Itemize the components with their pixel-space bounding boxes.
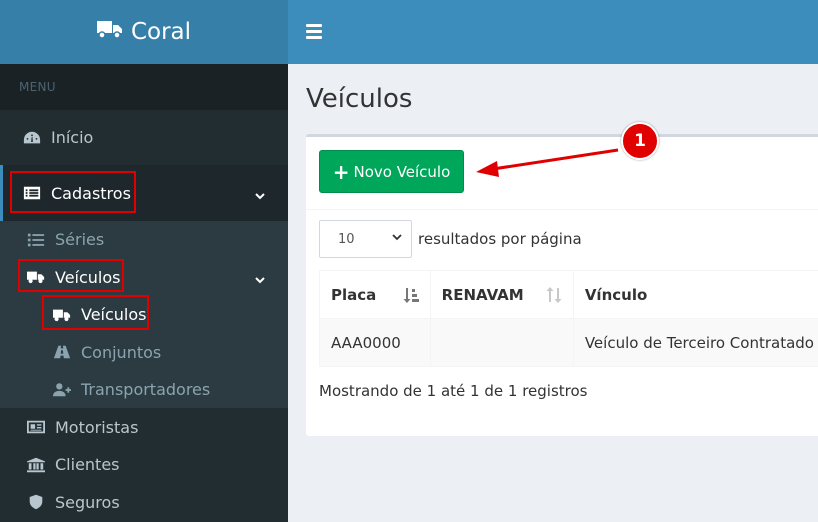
- sidebar-item-label: Motoristas: [55, 417, 139, 437]
- brand-logo[interactable]: Coral: [0, 0, 288, 64]
- id-card-icon: [26, 418, 46, 436]
- column-header-placa[interactable]: Placa: [319, 270, 431, 319]
- cell-vinculo: Veículo de Terceiro Contratado: [572, 318, 818, 367]
- table-header-row: Placa RENAVAM Vínculo: [319, 270, 818, 319]
- content-box: + Novo Veículo 10 resultados por página …: [306, 134, 818, 436]
- table-info: Mostrando de 1 até 1 de 1 registros: [319, 382, 588, 400]
- sidebar-item-label: Início: [51, 128, 94, 147]
- sidebar-item-inicio[interactable]: Início: [0, 110, 288, 165]
- page-length-select[interactable]: 10: [319, 220, 412, 258]
- page-length-value: 10: [338, 231, 355, 247]
- sidebar-item-label: Séries: [55, 230, 105, 249]
- highlight-box-veiculos: [18, 259, 124, 292]
- table-row[interactable]: AAA0000 Veículo de Terceiro Contratado: [319, 318, 818, 367]
- menu-header: MENU: [0, 64, 288, 110]
- dashboard-icon: [22, 129, 42, 147]
- column-header-label: Vínculo: [584, 285, 648, 304]
- sidebar-item-transportadores[interactable]: Transportadores: [0, 371, 288, 408]
- highlight-box-cadastros: [10, 171, 136, 213]
- annotation-badge: 1: [621, 122, 659, 160]
- chevron-down-icon: [254, 271, 266, 284]
- plus-icon: +: [332, 159, 350, 184]
- user-plus-icon: [52, 381, 72, 399]
- cell-renavam: [429, 318, 574, 367]
- sidebar-item-seguros[interactable]: Seguros: [0, 483, 288, 521]
- vehicles-table: Placa RENAVAM Vínculo AAA0000 Veículo de…: [319, 270, 818, 367]
- shield-icon: [26, 493, 46, 511]
- top-navbar: [288, 0, 818, 64]
- page-title: Veículos: [306, 84, 413, 114]
- page-length-control: 10 resultados por página: [319, 220, 582, 258]
- sort-ascending-icon: [402, 286, 420, 304]
- list-ol-icon: [26, 231, 46, 249]
- sidebar-item-clientes[interactable]: Clientes: [0, 446, 288, 483]
- chevron-down-icon: [391, 231, 403, 247]
- road-icon: [52, 343, 72, 361]
- truck-icon: [96, 18, 123, 46]
- sidebar-item-label: Transportadores: [81, 380, 211, 399]
- column-header-label: Placa: [331, 285, 377, 304]
- box-header: + Novo Veículo: [306, 137, 818, 210]
- sidebar-item-label: Seguros: [55, 492, 120, 512]
- hamburger-menu-icon[interactable]: [306, 24, 322, 39]
- new-vehicle-label: Novo Veículo: [353, 162, 451, 181]
- column-header-renavam[interactable]: RENAVAM: [429, 270, 574, 319]
- sidebar-item-label: Clientes: [55, 455, 120, 474]
- cell-placa: AAA0000: [319, 318, 431, 367]
- sidebar-item-motoristas[interactable]: Motoristas: [0, 408, 288, 446]
- chevron-down-icon: [254, 187, 266, 200]
- column-header-vinculo[interactable]: Vínculo: [572, 270, 818, 319]
- sidebar-item-conjuntos[interactable]: Conjuntos: [0, 333, 288, 371]
- sidebar-item-series[interactable]: Séries: [0, 221, 288, 258]
- highlight-box-veiculos-sub: [42, 295, 149, 330]
- page-length-suffix: resultados por página: [418, 230, 582, 248]
- bank-icon: [26, 456, 46, 474]
- sort-icon: [545, 286, 563, 304]
- sidebar-item-label: Conjuntos: [81, 342, 162, 362]
- new-vehicle-button[interactable]: + Novo Veículo: [319, 150, 464, 193]
- brand-name: Coral: [130, 19, 192, 45]
- column-header-label: RENAVAM: [441, 285, 524, 304]
